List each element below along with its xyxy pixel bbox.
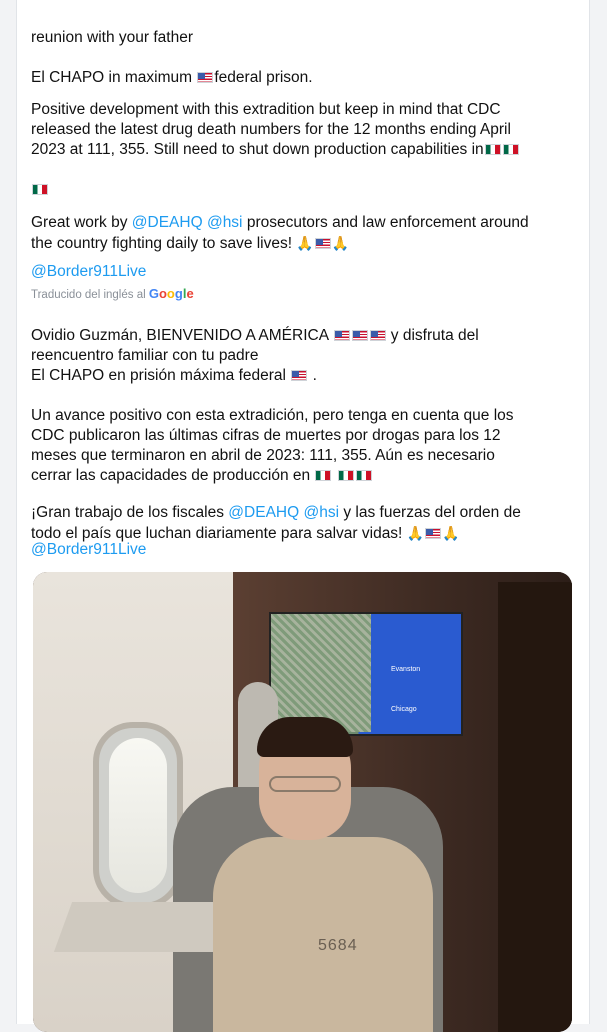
us-flag-icon [425,528,442,539]
tweet-para-greatwork-a: Great work by [31,214,132,231]
mexico-flag-icon [355,470,372,481]
mexico-flag-icon [315,470,332,481]
translation-greatwork-a: ¡Gran trabajo de los fiscales [31,504,229,521]
google-logo: Google [148,286,194,301]
tweet-line-reunion: reunion with your father [31,29,193,46]
airplane-window [93,722,183,909]
tweet-photo[interactable]: Evanston Chicago 5684 [33,572,572,1032]
translation-label-text: Traducido del inglés al [31,289,146,301]
tweet-text-en-para2: Positive development with this extraditi… [31,80,571,200]
mention-deahq[interactable]: @DEAHQ [228,504,299,521]
mention-deahq[interactable]: @DEAHQ [132,214,203,231]
us-flag-icon [351,330,368,341]
person-shirt [213,837,433,1032]
translation-para1: Ovidio Guzmán, BIENVENIDO A AMÉRICA y di… [31,306,571,386]
handle-border911live-translation[interactable]: @Border911Live [31,540,571,560]
folded-hands-icon: 🙏 [331,235,350,251]
handle-border911live[interactable]: @Border911Live [31,262,571,282]
us-flag-icon [314,238,331,249]
mexico-flag-icon [502,144,519,155]
translation-welcome-c: . [308,367,317,384]
translation-para3: ¡Gran trabajo de los fiscales @DEAHQ @hs… [31,483,571,544]
folded-hands-icon: 🙏 [442,525,460,541]
map-label-evanston: Evanston [391,666,421,673]
mexico-flag-icon [484,144,501,155]
folded-hands-icon: 🙏 [296,235,314,251]
mention-hsi[interactable]: @hsi [303,504,339,521]
us-flag-icon [291,370,308,381]
tweet-para-cdc: Positive development with this extraditi… [31,101,511,158]
tweet-text-en-top: reunion with your father El CHAPO in max… [31,8,571,88]
mention-hsi[interactable]: @hsi [207,214,243,231]
translation-cdc: Un avance positivo con esta extradición,… [31,407,514,484]
us-flag-icon [333,330,350,341]
translation-welcome-a: Ovidio Guzmán, BIENVENIDO A AMÉRICA [31,327,333,344]
translation-label[interactable]: Traducido del inglés al Google [31,286,194,301]
translation-para2: Un avance positivo con esta extradición,… [31,386,571,486]
us-flag-icon [369,330,386,341]
shirt-number: 5684 [318,937,358,954]
tweet-text-en-para3: Great work by @DEAHQ @hsi prosecutors an… [31,193,571,254]
person-hair [257,717,353,757]
tweet-card: reunion with your father El CHAPO in max… [16,0,590,1032]
map-label-chicago: Chicago [391,706,417,713]
cabin-door [498,582,572,1032]
mexico-flag-icon [337,470,354,481]
folded-hands-icon: 🙏 [406,525,425,541]
glasses [269,776,341,792]
